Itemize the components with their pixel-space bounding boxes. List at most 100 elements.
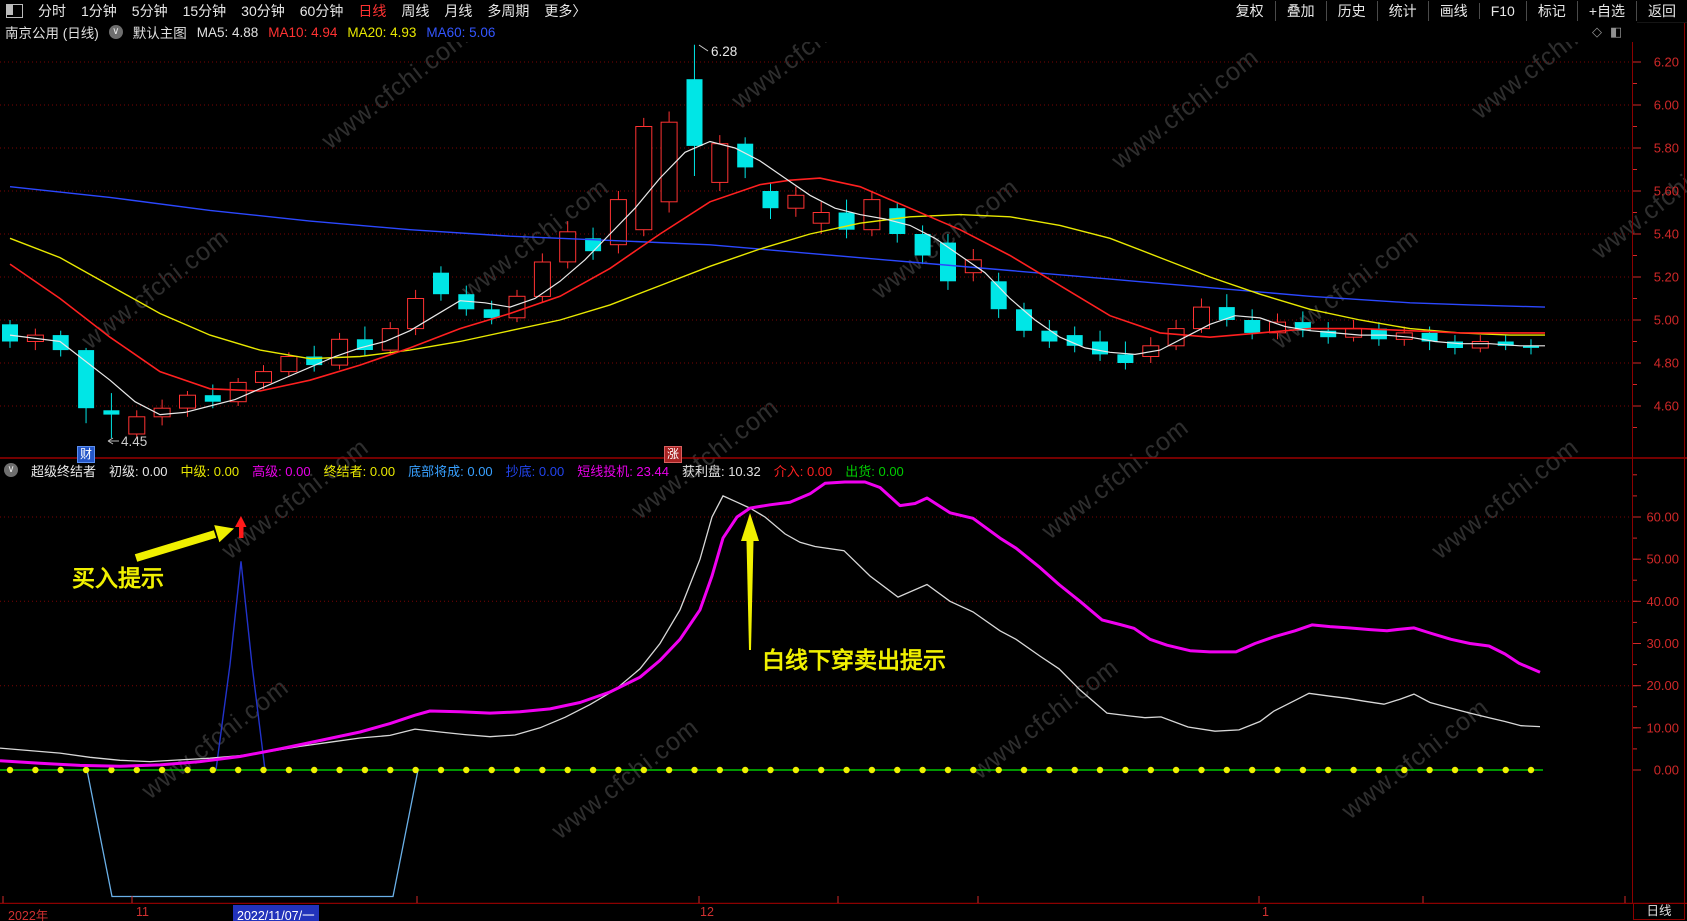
tool-button[interactable]: +自选: [1576, 1, 1636, 21]
period-tab[interactable]: 多周期: [487, 1, 529, 21]
chart-style-label[interactable]: 默认主图: [133, 22, 187, 42]
split-pane-icon[interactable]: ◧: [1610, 24, 1622, 40]
zero-line-dot: [1020, 766, 1028, 774]
zero-line-dot: [564, 766, 571, 774]
candle-body: [1092, 341, 1108, 355]
zero-line-dot: [1375, 766, 1383, 774]
zero-line-dot: [57, 766, 64, 774]
finance-report-badge[interactable]: 财: [77, 446, 96, 463]
candle-body: [762, 191, 779, 209]
watermark: www.cfchi.com: [966, 653, 1125, 785]
zero-line-dot: [285, 766, 293, 774]
period-tab[interactable]: 1分钟: [81, 1, 117, 21]
candle-body: [433, 272, 449, 295]
zero-line-dot: [1325, 766, 1332, 774]
zero-line-dot: [640, 766, 647, 774]
sell-hint-text: 白线下穿卖出提示: [762, 647, 946, 673]
candle-body: [686, 79, 703, 146]
candle-body: [914, 234, 931, 256]
zero-line-dot: [1172, 766, 1180, 774]
zero-line-dot: [513, 766, 521, 774]
zero-line-dot: [260, 766, 267, 774]
tool-button[interactable]: 统计: [1376, 1, 1428, 21]
watermark: www.cfchi.com: [1426, 433, 1585, 565]
zero-line-dot: [32, 766, 39, 774]
candle-body: [940, 242, 956, 282]
period-tab[interactable]: 更多〉: [544, 1, 586, 21]
indicator-value: 中级: 0.00: [180, 463, 240, 479]
zero-line-dot: [1299, 766, 1307, 774]
zero-line-dot: [488, 766, 495, 774]
candle-body: [2, 324, 18, 342]
window-layout-icon[interactable]: [6, 4, 23, 18]
zero-line-dot: [6, 766, 14, 774]
period-tab[interactable]: 15分钟: [183, 1, 227, 21]
zero-line-dot: [311, 766, 318, 774]
candle-body: [179, 394, 196, 409]
ma-value: MA10: 4.94: [268, 24, 338, 40]
zero-line-dot: [184, 766, 191, 774]
period-tab[interactable]: 60分钟: [300, 1, 344, 21]
ma20-line: [9, 213, 1545, 360]
candle-body: [78, 350, 95, 409]
tool-button[interactable]: 标记: [1525, 1, 1577, 21]
candle-body: [1345, 328, 1363, 338]
y-axis-label: 5.40: [1654, 227, 1679, 242]
candle-body: [280, 356, 298, 373]
period-tab[interactable]: 5分钟: [132, 1, 168, 21]
collapse-indicator-icon[interactable]: [4, 463, 18, 477]
zero-line-dot: [1426, 766, 1433, 774]
date-axis-bar: 日线 2022年 11 2022/11/07/一 12 1: [0, 903, 1687, 921]
stock-app-window: www.cfchi.com www.cfchi.com www.cfchi.com w…: [0, 0, 1687, 921]
zero-line-dot: [818, 766, 825, 774]
indicator-value: 抄底: 0.00: [505, 463, 565, 479]
ma-value: MA20: 4.93: [347, 24, 417, 40]
tool-button[interactable]: 历史: [1325, 1, 1377, 21]
tool-button[interactable]: 叠加: [1274, 1, 1326, 21]
zero-line-dot: [1096, 766, 1104, 774]
period-box-label[interactable]: 日线: [1633, 903, 1685, 920]
y-axis-label: 40.00: [1646, 594, 1679, 609]
zero-line-dot: [1223, 766, 1231, 774]
low-price-label: 4.45: [121, 434, 147, 449]
candle-body: [660, 121, 678, 203]
watermark: www.cfchi.com: [1036, 413, 1195, 545]
y-axis-label: 50.00: [1646, 552, 1679, 567]
date-label: 2022年: [8, 909, 49, 921]
y-axis-label: 6.00: [1654, 98, 1679, 113]
diamond-icon[interactable]: ◇: [1592, 24, 1602, 40]
period-tab[interactable]: 分时: [38, 1, 66, 21]
tool-button[interactable]: 画线: [1427, 1, 1479, 21]
zero-line-dot: [463, 766, 470, 774]
indicator-value: 获利盘: 10.32: [681, 463, 761, 479]
zero-line-dot: [944, 766, 952, 774]
buy-signal-marker: [239, 527, 244, 538]
zero-line-dot: [792, 766, 800, 774]
indicator-value: 介入: 0.00: [773, 463, 833, 479]
period-tab[interactable]: 月线: [444, 1, 472, 21]
info-bar: 南京公用 (日线) 默认主图 MA5: 4.88 MA10: 4.94 MA20: …: [0, 22, 1637, 42]
period-tab[interactable]: 日线: [358, 1, 386, 21]
buy-hint-text: 买入提示: [72, 565, 164, 591]
tool-button[interactable]: F10: [1478, 3, 1526, 19]
buy-arrow: [134, 530, 217, 562]
candle-body: [255, 371, 272, 383]
chevron-down-icon[interactable]: [108, 25, 123, 39]
period-tab[interactable]: 周线: [401, 1, 429, 21]
zero-line-dot: [995, 766, 1002, 774]
candle-body: [1471, 341, 1489, 349]
limit-up-badge[interactable]: 涨: [664, 446, 683, 463]
zero-line-dot: [108, 766, 115, 774]
tool-button[interactable]: 复权: [1225, 1, 1275, 21]
candle-body: [1041, 330, 1058, 342]
tool-button[interactable]: 返回: [1636, 1, 1687, 21]
candle-body: [711, 143, 729, 183]
zero-line-dot: [437, 766, 445, 774]
zero-line-dot: [1350, 766, 1357, 774]
zero-line-dot: [158, 766, 166, 774]
period-tab[interactable]: 30分钟: [241, 1, 285, 21]
y-axis-label: 5.00: [1654, 313, 1679, 328]
candle-body: [559, 231, 577, 263]
ma10-line: [9, 177, 1545, 392]
watermark: www.cfchi.com: [316, 23, 475, 155]
